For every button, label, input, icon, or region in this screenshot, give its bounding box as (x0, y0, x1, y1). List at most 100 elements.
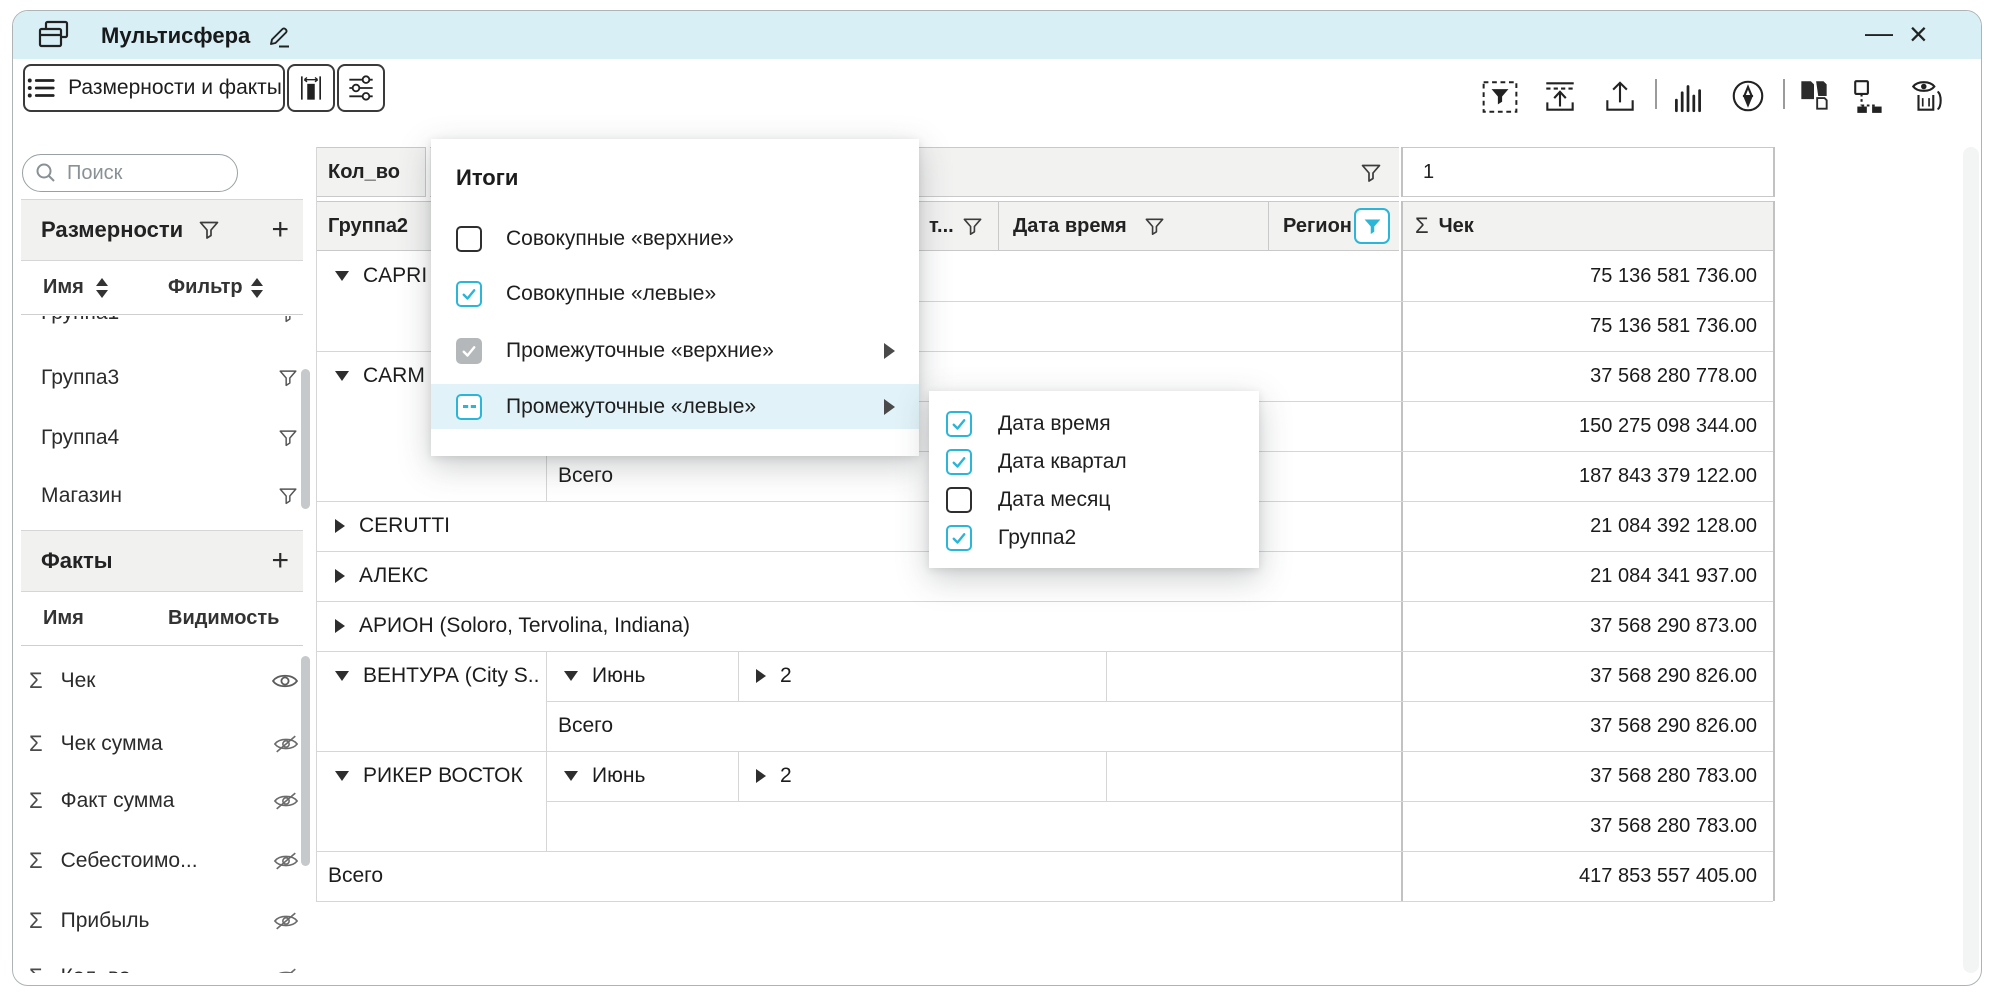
dimension-item[interactable]: Группа3 (21, 353, 303, 403)
expand-icon[interactable] (756, 669, 766, 683)
row-month-cell[interactable]: Июнь (564, 751, 645, 801)
fact-item[interactable]: Σ Факт сумма (21, 776, 303, 826)
collapse-rows-icon[interactable] (1541, 77, 1579, 115)
sort-filter-icon[interactable] (250, 277, 264, 299)
fact-item[interactable]: Σ Прибыль (21, 896, 303, 946)
checkbox-indeterminate[interactable] (456, 394, 482, 420)
row-quarter-cell[interactable]: 2 (756, 651, 792, 701)
funnel-icon[interactable] (277, 485, 299, 507)
dimension-item[interactable]: Группа4 (21, 413, 303, 463)
dimension-item[interactable]: Магазин (21, 471, 303, 521)
row-month-cell[interactable]: Июнь (564, 651, 645, 701)
dimension-item-clipped[interactable]: Группа1 (21, 316, 303, 330)
submenu-item-date-time[interactable]: Дата время (929, 405, 1259, 443)
checkbox-checked[interactable] (946, 525, 972, 551)
dimensions-scrollbar[interactable] (301, 369, 310, 509)
dimensions-facts-button[interactable]: Размерности и факты (23, 64, 285, 112)
collapse-icon[interactable] (335, 771, 349, 781)
search-input[interactable]: Поиск (22, 154, 238, 192)
submenu-item-group2[interactable]: Группа2 (929, 519, 1259, 557)
eye-off-icon[interactable] (273, 790, 299, 812)
subtotal-cell: Всего (558, 451, 613, 501)
row-group-cell[interactable]: АРИОН (Soloro, Tervolina, Indiana) (335, 601, 690, 651)
add-dimension-button[interactable]: + (271, 215, 289, 245)
visibility-column-label: Видимость (168, 607, 279, 630)
collapse-icon[interactable] (564, 671, 578, 681)
menu-item-intermediate-left[interactable]: Промежуточные «левые» (431, 384, 919, 429)
selection-filter-icon[interactable] (1481, 78, 1519, 116)
copy-docs-icon[interactable] (1795, 77, 1833, 115)
region-active-filter-button[interactable] (1354, 208, 1390, 244)
fact-item[interactable]: Σ Чек (21, 656, 303, 706)
hierarchy-icon[interactable] (1851, 77, 1889, 115)
expand-icon[interactable] (335, 569, 345, 583)
edit-pencil-icon[interactable] (265, 21, 293, 49)
funnel-icon[interactable] (1143, 215, 1166, 238)
minimize-button[interactable]: — (1865, 17, 1893, 49)
row-quarter-cell[interactable]: 2 (756, 751, 792, 801)
checkbox-checked-gray[interactable] (456, 338, 482, 364)
facts-header: Факты + (21, 530, 303, 592)
row-group-cell[interactable]: CARM (335, 351, 425, 401)
funnel-icon[interactable] (961, 215, 984, 238)
expand-icon[interactable] (756, 769, 766, 783)
row-group-cell[interactable]: АЛЕКС (335, 551, 428, 601)
funnel-icon[interactable] (277, 367, 299, 389)
fact-item[interactable]: Σ Себестоимо... (21, 836, 303, 886)
row-group-cell[interactable]: ВЕНТУРА (City S... (335, 651, 541, 701)
dimension-label: Группа3 (41, 366, 119, 390)
dimensions-filter-icon[interactable] (197, 218, 221, 242)
checkbox-checked[interactable] (456, 281, 482, 307)
row-label: ВЕНТУРА (City S... (363, 664, 541, 688)
sigma-icon: Σ (29, 848, 43, 874)
date-time-header-cell[interactable]: Дата время (999, 201, 1269, 251)
checkbox-unchecked[interactable] (946, 487, 972, 513)
fact-label: Прибыль (61, 909, 150, 933)
close-button[interactable]: × (1909, 16, 1928, 53)
menu-item-aggregate-left[interactable]: Совокупные «левые» (431, 272, 919, 316)
collapse-icon[interactable] (335, 671, 349, 681)
funnel-icon[interactable] (1359, 161, 1383, 185)
funnel-icon[interactable] (277, 427, 299, 449)
table-scrollbar-track[interactable] (1963, 147, 1979, 973)
collapse-icon[interactable] (335, 371, 349, 381)
fact-item[interactable]: Σ Кол_во (21, 952, 303, 973)
compass-icon[interactable] (1729, 77, 1767, 115)
eye-off-icon[interactable] (273, 966, 299, 973)
row-group-cell[interactable]: CAPRI (335, 251, 427, 301)
export-icon[interactable] (1601, 77, 1639, 115)
facts-scrollbar[interactable] (301, 656, 310, 866)
checkbox-checked[interactable] (946, 411, 972, 437)
row-group-cell[interactable]: CERUTTI (335, 501, 450, 551)
sort-name-icon[interactable] (95, 277, 109, 299)
menu-item-aggregate-top[interactable]: Совокупные «верхние» (431, 217, 919, 261)
month-label: Июнь (592, 664, 645, 688)
expand-icon[interactable] (335, 519, 345, 533)
value-cell: 37 568 290 826.00 (1403, 651, 1757, 701)
checkbox-unchecked[interactable] (456, 226, 482, 252)
collapse-icon[interactable] (564, 771, 578, 781)
measure-header-cell[interactable]: Кол_во (316, 147, 426, 197)
view-recycler-icon[interactable] (1909, 77, 1947, 115)
grid-line (738, 651, 739, 701)
menu-item-intermediate-top[interactable]: Промежуточные «верхние» (431, 329, 919, 373)
eye-off-icon[interactable] (273, 733, 299, 755)
submenu-item-date-month[interactable]: Дата месяц (929, 481, 1259, 519)
checkbox-checked[interactable] (946, 449, 972, 475)
collapse-icon[interactable] (335, 271, 349, 281)
eye-open-icon[interactable] (271, 670, 299, 692)
value-header-cell[interactable]: Σ Чек (1403, 201, 1773, 251)
fact-label: Кол_во (61, 965, 131, 973)
row-group-cell[interactable]: РИКЕР ВОСТОК (335, 751, 523, 801)
eye-off-icon[interactable] (273, 910, 299, 932)
view-settings-button[interactable] (337, 64, 385, 112)
bar-chart-icon[interactable] (1669, 78, 1707, 116)
sliders-icon (346, 73, 376, 103)
fact-item[interactable]: Σ Чек сумма (21, 719, 303, 769)
submenu-item-date-quarter[interactable]: Дата квартал (929, 443, 1259, 481)
expand-icon[interactable] (335, 619, 345, 633)
grid-line (738, 751, 739, 801)
eye-off-icon[interactable] (273, 850, 299, 872)
add-fact-button[interactable]: + (271, 546, 289, 576)
column-width-button[interactable] (287, 64, 335, 112)
